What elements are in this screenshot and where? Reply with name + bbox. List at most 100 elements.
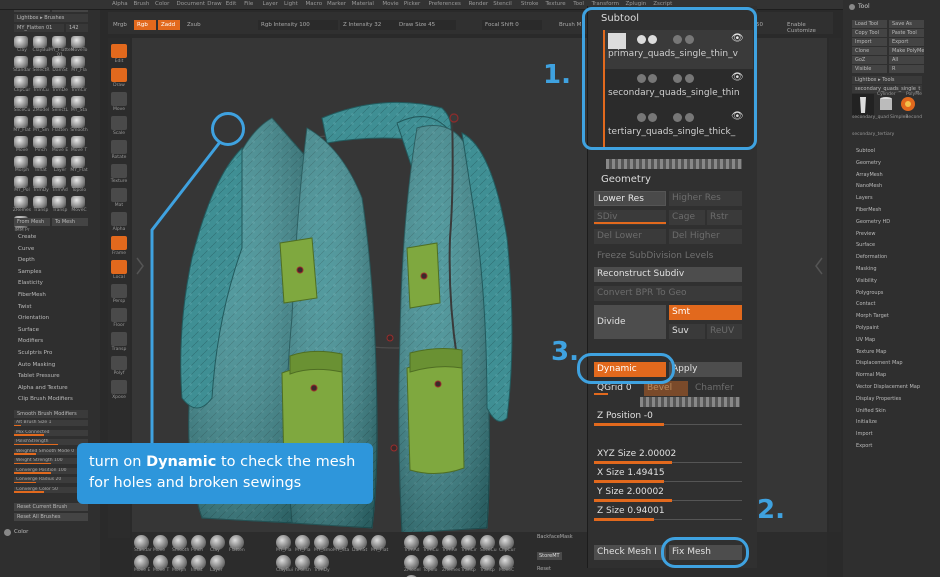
brush-menu-samples[interactable]: Samples (18, 269, 42, 275)
tool-load-tool-button[interactable]: Load Tool (852, 20, 887, 28)
tool-menu-display-properties[interactable]: Display Properties (856, 396, 901, 402)
menu-item-edit[interactable]: Edit (226, 1, 237, 7)
tool-menu-layers[interactable]: Layers (856, 195, 873, 201)
tool-menu-morph-target[interactable]: Morph Target (856, 313, 889, 319)
tool-menu-initialize[interactable]: Initialize (856, 419, 877, 425)
brush-menu-modifiers[interactable]: Modifiers (18, 338, 43, 344)
panel-divider-handle[interactable] (640, 397, 740, 407)
brush-menu-tablet-pressure[interactable]: Tablet Pressure (18, 373, 60, 379)
brush-thumbnail[interactable] (71, 116, 85, 128)
menu-item-stencil[interactable]: Stencil (493, 1, 512, 7)
shelf-polyf-button[interactable] (111, 356, 127, 370)
focal-shift-slider[interactable]: Focal Shift 0 (482, 20, 542, 30)
tool-export-button[interactable]: Export (889, 38, 924, 46)
tool-menu-displacement-map[interactable]: Displacement Map (856, 360, 903, 366)
menu-item-layer[interactable]: Layer (263, 1, 278, 7)
brush-thumbnail[interactable] (52, 196, 66, 208)
tool-menu-texture-map[interactable]: Texture Map (856, 349, 886, 355)
brush-modifier-slider[interactable]: PolishStrength (14, 439, 88, 445)
tool-clone-button[interactable]: Clone (852, 47, 887, 55)
suv-toggle[interactable]: Suv (669, 324, 705, 339)
shelf-alpha-button[interactable] (111, 212, 127, 226)
brush-thumbnail[interactable] (71, 96, 85, 108)
brush-thumbnail[interactable] (14, 136, 28, 148)
shelf-persp-button[interactable] (111, 284, 127, 298)
menu-item-brush[interactable]: Brush (134, 1, 150, 7)
convert-bpr-button[interactable]: Convert BPR To Geo (594, 286, 742, 301)
brush-menu-orientation[interactable]: Orientation (18, 315, 49, 321)
from-mesh-button[interactable]: From Mesh (14, 218, 50, 226)
brush-thumbnail[interactable] (33, 36, 47, 48)
color-menu-label[interactable]: Color (14, 529, 28, 535)
brush-thumbnail[interactable] (14, 76, 28, 88)
brush-menu-fibermesh[interactable]: FiberMesh (18, 292, 46, 298)
tool-menu-surface[interactable]: Surface (856, 242, 875, 248)
tool-menu-export[interactable]: Export (856, 443, 872, 449)
menu-item-document[interactable]: Document (177, 1, 206, 7)
rgb-intensity-slider[interactable]: Rgb Intensity 100 (258, 20, 338, 30)
menu-item-light[interactable]: Light (284, 1, 298, 7)
brush-thumbnail[interactable] (71, 56, 85, 68)
shelf-xpose-button[interactable] (111, 380, 127, 394)
brush-thumbnail[interactable] (33, 116, 47, 128)
brush-thumbnail[interactable] (52, 136, 66, 148)
tool-menu-geometry-hd[interactable]: Geometry HD (856, 219, 890, 225)
smooth-brush-modifiers-header[interactable]: Smooth Brush Modifiers (14, 410, 88, 418)
brush-thumbnail[interactable] (71, 176, 85, 188)
brush-thumbnail[interactable] (14, 176, 28, 188)
menu-item-file[interactable]: File (244, 1, 253, 7)
reset-all-brushes-button[interactable]: Reset All Brushes (14, 513, 88, 521)
tool-menu-fibermesh[interactable]: FiberMesh (856, 207, 881, 213)
menu-item-preferences[interactable]: Preferences (429, 1, 461, 7)
lightbox-tools-button[interactable]: Lightbox ▸ Tools (852, 76, 922, 84)
higher-res-button[interactable]: Higher Res (669, 191, 742, 206)
tool-goz-button[interactable]: GoZ (852, 56, 887, 64)
brush-menu-curve[interactable]: Curve (18, 246, 34, 252)
shelf-edit-button[interactable] (111, 44, 127, 58)
brush-thumbnail[interactable] (33, 156, 47, 168)
brush-thumbnail[interactable] (14, 156, 28, 168)
tool-menu-normal-map[interactable]: Normal Map (856, 372, 886, 378)
x-size-slider[interactable]: X Size 1.49415 (597, 468, 665, 478)
cage-button[interactable]: Cage (669, 210, 705, 225)
tool-thumb-polymesh[interactable] (898, 94, 918, 114)
brush-thumbnail[interactable] (52, 176, 66, 188)
brush-menu-alpha-and-texture[interactable]: Alpha and Texture (18, 385, 68, 391)
brush-thumbnail[interactable] (33, 76, 47, 88)
menu-item-draw[interactable]: Draw (207, 1, 221, 7)
panel-collapse-handle[interactable] (606, 159, 742, 169)
draw-size-slider[interactable]: Draw Size 45 (396, 20, 456, 30)
menu-item-marker[interactable]: Marker (327, 1, 346, 7)
brush-thumbnail[interactable] (71, 36, 85, 48)
enable-customize-button[interactable]: Enable Customize (784, 20, 833, 34)
smt-toggle[interactable]: Smt (669, 305, 742, 320)
tool-menu-arraymesh[interactable]: ArrayMesh (856, 172, 883, 178)
lightbox-brushes-button[interactable]: Lightbox ▸ Brushes (14, 14, 88, 22)
brush-thumbnail[interactable] (33, 96, 47, 108)
apply-button[interactable]: Apply (669, 362, 742, 377)
zadd-toggle[interactable]: Zadd (158, 20, 180, 30)
backface-mask-label[interactable]: BackfaceMask (537, 534, 573, 540)
tool-visible-button[interactable]: Visible (852, 65, 887, 73)
z-position-slider[interactable]: Z Position -0 (597, 411, 653, 421)
tool-all-button[interactable]: All (889, 56, 924, 64)
reconstruct-subdiv-button[interactable]: Reconstruct Subdiv (594, 267, 742, 282)
menu-item-macro[interactable]: Macro (306, 1, 323, 7)
brush-thumbnail[interactable] (52, 76, 66, 88)
brush-thumbnail[interactable] (14, 56, 28, 68)
brush-menu-sculptris-pro[interactable]: Sculptris Pro (18, 350, 52, 356)
divide-button[interactable]: Divide (594, 305, 666, 339)
brush-menu-twist[interactable]: Twist (18, 304, 32, 310)
tool-menu-polypaint[interactable]: Polypaint (856, 325, 879, 331)
brush-menu-surface[interactable]: Surface (18, 327, 39, 333)
brush-menu-depth[interactable]: Depth (18, 257, 35, 263)
menu-item-material[interactable]: Material (352, 1, 374, 7)
brush-modifier-slider[interactable]: Alt Brush Size 1 (14, 420, 88, 426)
lower-res-button[interactable]: Lower Res (594, 191, 666, 206)
tool-paste-tool-button[interactable]: Paste Tool (889, 29, 924, 37)
menu-item-render[interactable]: Render (469, 1, 489, 7)
tool-r-button[interactable]: R (889, 65, 924, 73)
tool-menu-preview[interactable]: Preview (856, 231, 875, 237)
brush-thumbnail[interactable] (71, 196, 85, 208)
tool-make-polymesh3d-button[interactable]: Make PolyMesh3D (889, 47, 924, 55)
